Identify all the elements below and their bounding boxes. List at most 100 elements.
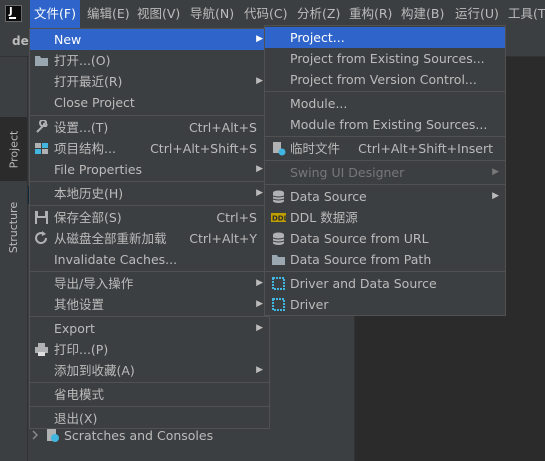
menu-separator bbox=[30, 271, 269, 272]
menu-item-label: 导出/导入操作 bbox=[54, 276, 134, 291]
scratch-file-icon bbox=[273, 142, 286, 156]
menu-separator bbox=[30, 205, 269, 206]
menu-item-ddl-data-source[interactable]: DDL DDL 数据源 bbox=[265, 207, 505, 228]
menu-item-label: 设置...(T) bbox=[54, 120, 109, 135]
menu-view[interactable]: 视图(V) bbox=[133, 0, 184, 28]
menu-separator bbox=[30, 181, 269, 182]
menu-item-label: 本地历史(H) bbox=[54, 186, 124, 201]
menu-item-shortcut: Ctrl+Alt+Shift+Insert bbox=[358, 141, 493, 156]
file-menu: New ▶ 打开...(O) 打开最近(R) ▶ Close Project 设… bbox=[29, 28, 270, 429]
submenu-arrow-icon: ▶ bbox=[256, 323, 263, 333]
menu-item-label: Project from Version Control... bbox=[290, 72, 477, 87]
menu-tools[interactable]: 工具(T bbox=[504, 0, 545, 28]
menu-separator bbox=[265, 91, 505, 92]
submenu-arrow-icon: ▶ bbox=[256, 188, 263, 198]
menu-item-add-to-favorites[interactable]: 添加到收藏(A) ▶ bbox=[30, 360, 269, 381]
menu-item-exit[interactable]: 退出(X) bbox=[30, 408, 269, 429]
menu-item-label: 退出(X) bbox=[54, 411, 98, 426]
tab-project[interactable]: Project bbox=[0, 117, 27, 181]
menu-item-power-save-mode[interactable]: 省电模式 bbox=[30, 384, 269, 405]
project-structure-icon bbox=[35, 143, 48, 154]
menu-item-project-from-vcs[interactable]: Project from Version Control... bbox=[265, 69, 505, 90]
folder-open-icon bbox=[35, 56, 48, 66]
submenu-arrow-icon: ▶ bbox=[256, 76, 263, 86]
menu-item-label: Driver bbox=[290, 297, 329, 312]
menu-item-data-source-from-path[interactable]: Data Source from Path bbox=[265, 249, 505, 270]
menu-item-driver-and-data-source[interactable]: Driver and Data Source bbox=[265, 273, 505, 294]
menu-item-file-properties[interactable]: File Properties ▶ bbox=[30, 159, 269, 180]
menu-item-label: DDL 数据源 bbox=[290, 210, 358, 225]
menu-item-module[interactable]: Module... bbox=[265, 93, 505, 114]
submenu-arrow-icon: ▶ bbox=[256, 164, 263, 174]
app-logo[interactable]: J bbox=[5, 5, 22, 22]
wrench-icon bbox=[36, 120, 48, 133]
menu-item-label: 项目结构... bbox=[54, 141, 116, 156]
menu-item-label: 打开...(O) bbox=[54, 53, 111, 68]
menu-build[interactable]: 构建(B) bbox=[397, 0, 448, 28]
menu-item-label: Close Project bbox=[54, 95, 135, 110]
menu-item-label: Data Source from Path bbox=[290, 252, 432, 267]
menu-refactor[interactable]: 重构(R) bbox=[345, 0, 396, 28]
submenu-arrow-icon: ▶ bbox=[256, 278, 263, 288]
menu-item-new-project[interactable]: Project... bbox=[265, 27, 505, 48]
menu-edit[interactable]: 编辑(E) bbox=[83, 0, 134, 28]
menu-file[interactable]: 文件(F) bbox=[30, 0, 80, 28]
menu-item-open[interactable]: 打开...(O) bbox=[30, 50, 269, 71]
menu-item-shortcut: Ctrl+Alt+Shift+S bbox=[150, 141, 257, 156]
menu-item-label: Data Source from URL bbox=[290, 231, 429, 246]
menu-separator bbox=[265, 136, 505, 137]
menu-item-label: Invalidate Caches... bbox=[54, 252, 178, 267]
menu-item-other-settings[interactable]: 其他设置 ▶ bbox=[30, 294, 269, 315]
menu-item-shortcut: Ctrl+S bbox=[216, 210, 257, 225]
menu-item-data-source[interactable]: Data Source ▶ bbox=[265, 186, 505, 207]
tab-structure[interactable]: Structure bbox=[0, 193, 27, 261]
menu-item-export[interactable]: Export ▶ bbox=[30, 318, 269, 339]
chevron-right-icon[interactable] bbox=[30, 430, 40, 440]
menu-item-project-from-existing-sources[interactable]: Project from Existing Sources... bbox=[265, 48, 505, 69]
menu-separator bbox=[265, 184, 505, 185]
menu-item-invalidate-caches[interactable]: Invalidate Caches... bbox=[30, 249, 269, 270]
menu-item-label: Data Source bbox=[290, 189, 367, 204]
menu-item-driver[interactable]: Driver bbox=[265, 294, 505, 315]
menu-item-label: 省电模式 bbox=[54, 387, 105, 402]
menu-item-label: 临时文件 bbox=[290, 141, 341, 156]
menu-item-label: 打开最近(R) bbox=[54, 74, 123, 89]
menu-item-close-project[interactable]: Close Project bbox=[30, 92, 269, 113]
menu-item-export-import-settings[interactable]: 导出/导入操作 ▶ bbox=[30, 273, 269, 294]
menu-item-label: Driver and Data Source bbox=[290, 276, 437, 291]
menu-item-data-source-from-url[interactable]: Data Source from URL bbox=[265, 228, 505, 249]
menu-item-label: Project... bbox=[290, 30, 345, 45]
new-submenu: Project... Project from Existing Sources… bbox=[264, 25, 506, 316]
save-icon bbox=[35, 211, 48, 224]
tool-window-strip: Project Structure bbox=[0, 57, 28, 461]
menu-item-module-from-existing-sources[interactable]: Module from Existing Sources... bbox=[265, 114, 505, 135]
menu-navigate[interactable]: 导航(N) bbox=[186, 0, 238, 28]
menu-item-label: 保存全部(S) bbox=[54, 210, 122, 225]
menu-item-save-all[interactable]: 保存全部(S) Ctrl+S bbox=[30, 207, 269, 228]
menu-item-open-recent[interactable]: 打开最近(R) ▶ bbox=[30, 71, 269, 92]
menu-item-shortcut: Ctrl+Alt+Y bbox=[189, 231, 257, 246]
submenu-arrow-icon: ▶ bbox=[492, 191, 499, 201]
menu-separator bbox=[30, 316, 269, 317]
scratches-label: Scratches and Consoles bbox=[64, 427, 214, 443]
scratches-icon bbox=[47, 429, 59, 442]
menu-item-label: New bbox=[54, 32, 82, 47]
menu-item-scratch-file[interactable]: 临时文件 Ctrl+Alt+Shift+Insert bbox=[265, 138, 505, 159]
menu-run[interactable]: 运行(U) bbox=[451, 0, 503, 28]
menu-separator bbox=[30, 406, 269, 407]
menu-item-new[interactable]: New ▶ bbox=[30, 29, 269, 50]
menu-item-project-structure[interactable]: 项目结构... Ctrl+Alt+Shift+S bbox=[30, 138, 269, 159]
menu-item-reload-from-disk[interactable]: 从磁盘全部重新加载 Ctrl+Alt+Y bbox=[30, 228, 269, 249]
menu-analyze[interactable]: 分析(Z) bbox=[293, 0, 344, 28]
submenu-arrow-icon: ▶ bbox=[256, 34, 263, 44]
folder-icon bbox=[272, 255, 285, 265]
submenu-arrow-icon: ▶ bbox=[256, 299, 263, 309]
menu-item-label: Module from Existing Sources... bbox=[290, 117, 488, 132]
menu-item-local-history[interactable]: 本地历史(H) ▶ bbox=[30, 183, 269, 204]
submenu-arrow-icon: ▶ bbox=[492, 167, 499, 177]
driver-icon bbox=[272, 298, 285, 311]
menu-code[interactable]: 代码(C) bbox=[240, 0, 291, 28]
menu-item-print[interactable]: 打印...(P) bbox=[30, 339, 269, 360]
menu-item-settings[interactable]: 设置...(T) Ctrl+Alt+S bbox=[30, 117, 269, 138]
menu-item-label: Swing UI Designer bbox=[290, 165, 405, 180]
